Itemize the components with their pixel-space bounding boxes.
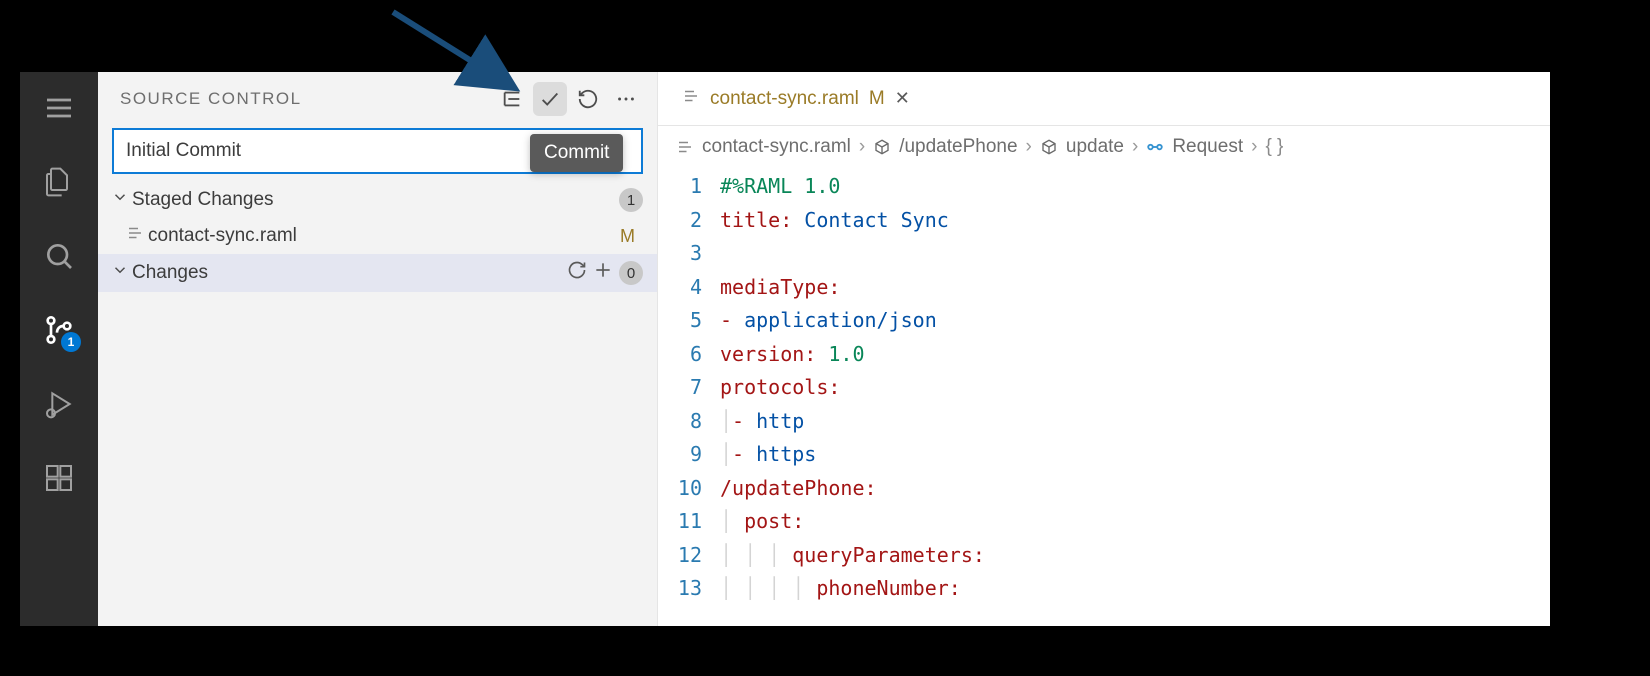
- breadcrumbs[interactable]: contact-sync.raml › /updatePhone › updat…: [658, 126, 1550, 168]
- extensions-icon[interactable]: [41, 460, 77, 496]
- commit-button[interactable]: [533, 82, 567, 116]
- chevron-down-icon: [108, 261, 132, 285]
- chevron-down-icon: [108, 188, 132, 212]
- changes-count-badge: 0: [619, 261, 643, 285]
- source-control-icon[interactable]: 1: [41, 312, 77, 348]
- search-icon[interactable]: [41, 238, 77, 274]
- editor-area: contact-sync.raml M ✕ contact-sync.raml …: [658, 72, 1550, 626]
- menu-icon[interactable]: [41, 90, 77, 126]
- stage-all-icon[interactable]: [593, 260, 613, 286]
- code-editor[interactable]: 123 456 789 101112 13 #%RAML 1.0 title: …: [658, 168, 1550, 606]
- app-window: 1 SOURCE CONTROL: [20, 72, 1550, 626]
- discard-icon[interactable]: [567, 260, 587, 286]
- staged-count-badge: 1: [619, 188, 643, 212]
- file-icon: [122, 224, 148, 248]
- code-content[interactable]: #%RAML 1.0 title: Contact Sync mediaType…: [720, 170, 1550, 606]
- modified-indicator: M: [620, 226, 635, 247]
- scm-badge: 1: [61, 332, 81, 352]
- request-icon: [1146, 138, 1164, 156]
- staged-file-row[interactable]: contact-sync.raml M: [98, 218, 657, 254]
- commit-tooltip: Commit: [530, 134, 623, 172]
- changes-section[interactable]: Changes 0: [98, 254, 657, 292]
- close-tab-icon[interactable]: ✕: [895, 88, 910, 109]
- modified-indicator: M: [869, 88, 885, 110]
- staged-changes-section[interactable]: Staged Changes 1: [98, 182, 657, 218]
- braces-icon: { }: [1265, 136, 1283, 158]
- more-actions-button[interactable]: [609, 82, 643, 116]
- line-gutter: 123 456 789 101112 13: [658, 170, 720, 606]
- explorer-icon[interactable]: [41, 164, 77, 200]
- panel-title: SOURCE CONTROL: [120, 89, 495, 109]
- refresh-button[interactable]: [571, 82, 605, 116]
- run-debug-icon[interactable]: [41, 386, 77, 422]
- tab-bar: contact-sync.raml M ✕: [658, 72, 1550, 126]
- activity-bar: 1: [20, 72, 98, 626]
- view-as-tree-button[interactable]: [495, 82, 529, 116]
- file-icon: [682, 87, 700, 111]
- cube-icon: [873, 138, 891, 156]
- file-icon: [676, 138, 694, 156]
- editor-tab[interactable]: contact-sync.raml M ✕: [668, 75, 924, 123]
- cube-icon: [1040, 138, 1058, 156]
